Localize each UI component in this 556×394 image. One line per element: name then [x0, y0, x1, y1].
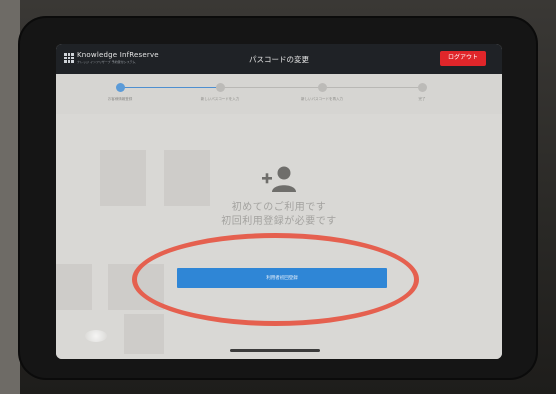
background-wall [0, 0, 20, 394]
step-1-person-icon [116, 83, 125, 92]
registration-required-message: 初回利用登録が必要です [221, 216, 337, 227]
first-registration-button[interactable]: 利用者初回登録 [177, 268, 387, 288]
logo-grid-icon [64, 53, 74, 63]
logo-subtext: ナレッジ インフリザーブ 予約受付システム [77, 60, 136, 64]
tablet-screen: Knowledge InfReserve ナレッジ インフリザーブ 予約受付シス… [56, 44, 502, 359]
first-use-message: 初めてのご利用です [231, 202, 327, 213]
background-reflection [100, 150, 146, 206]
page-title: パスコードの変更 [249, 55, 309, 64]
step-label-3: 新しいパスコードを再入力 [301, 97, 343, 101]
step-label-1: お客様情報登録 [107, 97, 133, 101]
step-label-2: 新しいパスコードを入力 [200, 97, 240, 101]
app-header: Knowledge InfReserve ナレッジ インフリザーブ 予約受付シス… [56, 44, 502, 74]
add-user-icon [262, 166, 296, 192]
step-4-check-icon [418, 83, 427, 92]
logout-button[interactable]: ログアウト [440, 51, 486, 66]
logo-text: Knowledge InfReserve [77, 51, 159, 59]
home-indicator [230, 349, 320, 352]
main-content: 初めてのご利用です 初回利用登録が必要です 利用者初回登録 [56, 114, 502, 359]
step-label-4: 完了 [418, 97, 426, 101]
stepper-track-active [120, 87, 216, 88]
step-2-dot-icon [216, 83, 225, 92]
step-3-dot-icon [318, 83, 327, 92]
progress-stepper: お客様情報登録 新しいパスコードを入力 新しいパスコードを再入力 完了 [56, 74, 502, 114]
background-reflection [56, 264, 92, 310]
background-reflection [124, 314, 164, 354]
background-reflection [108, 264, 164, 310]
light-glare [85, 330, 107, 342]
app-logo: Knowledge InfReserve ナレッジ インフリザーブ 予約受付シス… [64, 51, 159, 67]
